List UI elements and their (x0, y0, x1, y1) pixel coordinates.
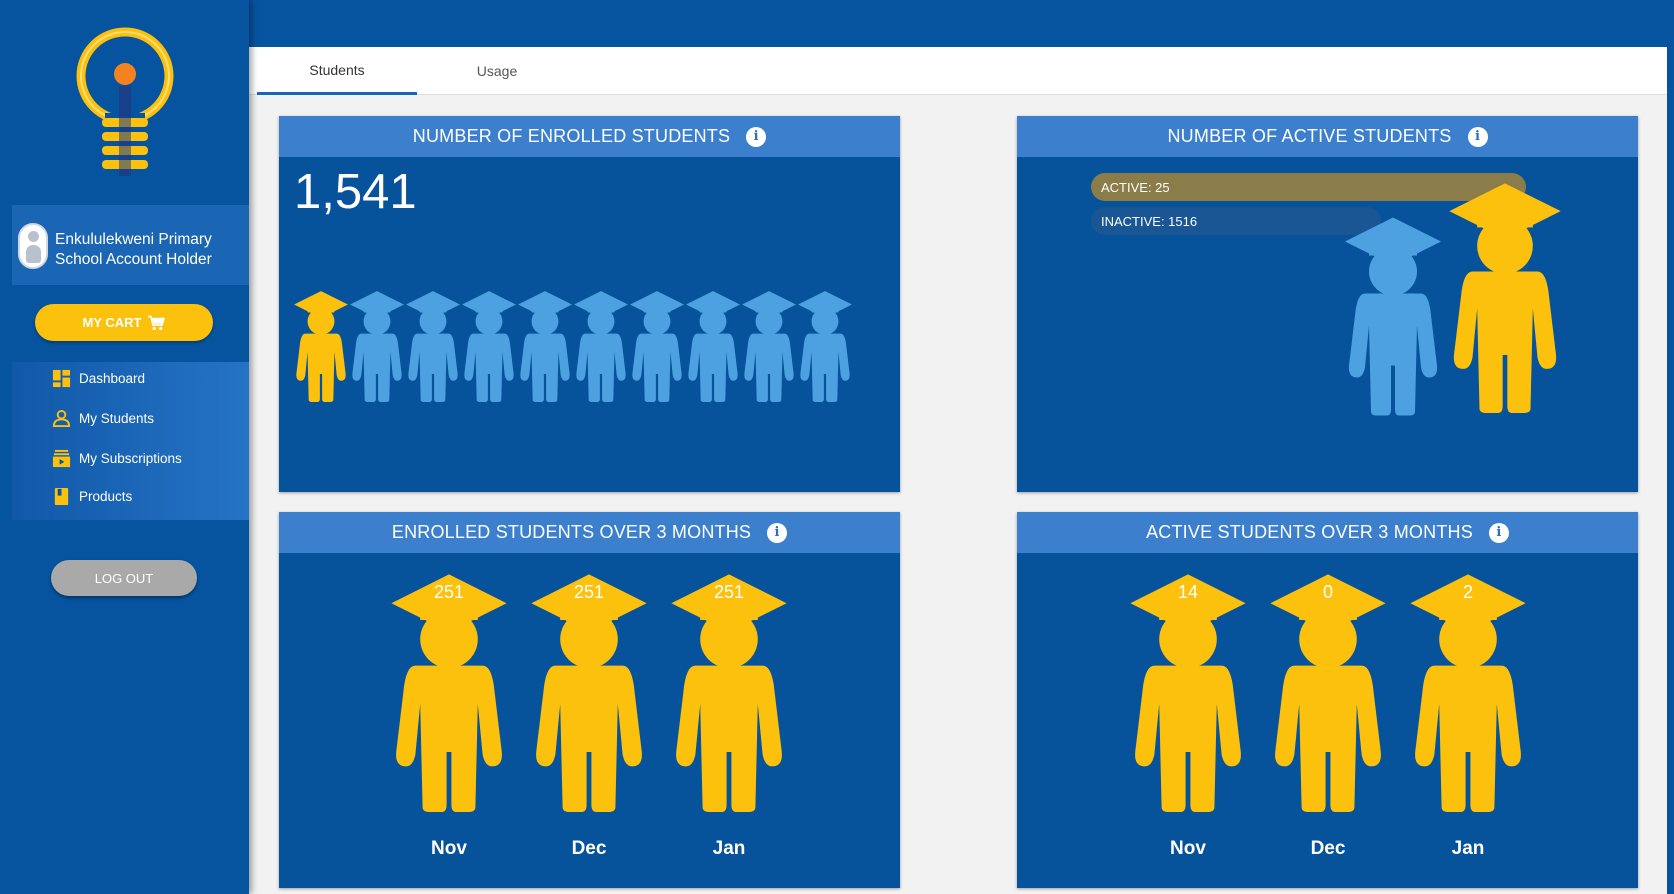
cart-label: MY CART (82, 315, 142, 330)
graduate-icon (405, 286, 461, 406)
card-header: ENROLLED STUDENTS OVER 3 MONTHS i (279, 512, 900, 553)
book-icon (54, 487, 69, 505)
sidebar-item-dashboard[interactable]: Dashboard (52, 366, 145, 390)
month-value: 14 (1177, 582, 1199, 602)
month-value: 251 (433, 582, 465, 602)
sidebar-item-my-students[interactable]: My Students (52, 406, 154, 430)
graduate-icon (685, 286, 741, 406)
inactive-graduate-icon (1343, 208, 1443, 423)
account-holder: Enkululekweni Primary School Account Hol… (12, 205, 249, 285)
enrolled-count: 1,541 (294, 165, 417, 219)
active-students-card: NUMBER OF ACTIVE STUDENTS i ACTIVE: 25 I… (1017, 116, 1638, 492)
sidebar-item-products[interactable]: Products (52, 484, 132, 508)
my-cart-button[interactable]: MY CART (35, 304, 213, 341)
month-label: Nov (1170, 838, 1206, 859)
sidebar-item-label: My Students (79, 410, 155, 426)
month-value: 251 (713, 582, 745, 602)
right-edge-bar (1667, 0, 1674, 894)
top-bar (249, 0, 1667, 47)
month-value: 2 (1462, 582, 1473, 602)
month-label: Dec (1310, 838, 1346, 859)
month-label: Jan (712, 838, 746, 859)
graduate-icon (389, 567, 509, 817)
tab-usage[interactable]: Usage (417, 47, 577, 95)
graduate-icon (1408, 567, 1528, 817)
lightbulb-logo (76, 27, 174, 176)
month-value: 0 (1322, 582, 1333, 602)
graduate-icon (797, 286, 853, 406)
card-title: ACTIVE STUDENTS OVER 3 MONTHS (1146, 522, 1473, 542)
sidebar-item-my-subscriptions[interactable]: My Subscriptions (52, 446, 182, 470)
dashboard-icon (52, 369, 71, 387)
active-graduate-icon (1447, 172, 1563, 422)
info-icon[interactable]: i (1488, 522, 1509, 543)
graduate-icon (1268, 567, 1388, 817)
tab-bar: Students Usage (249, 47, 1667, 95)
graduate-icon (573, 286, 629, 406)
graduate-icon (461, 286, 517, 406)
sidebar-nav: Dashboard My Students My Subscriptions P… (12, 362, 249, 520)
cart-icon (148, 315, 166, 330)
sidebar: Enkululekweni Primary School Account Hol… (0, 0, 249, 894)
account-name-line2: School Account Holder (55, 251, 212, 268)
card-header: NUMBER OF ENROLLED STUDENTS i (279, 116, 900, 157)
inactive-legend: INACTIVE: 1516 (1091, 207, 1381, 235)
sidebar-item-label: My Subscriptions (79, 450, 182, 466)
enrolled-3-months-card: ENROLLED STUDENTS OVER 3 MONTHS i 251 25… (279, 512, 900, 888)
sidebar-item-label: Dashboard (79, 370, 146, 386)
card-title: ENROLLED STUDENTS OVER 3 MONTHS (391, 522, 752, 542)
graduate-icon (517, 286, 573, 406)
card-title: NUMBER OF ENROLLED STUDENTS (412, 126, 731, 146)
subscriptions-icon (52, 449, 71, 467)
active-3-months-card: ACTIVE STUDENTS OVER 3 MONTHS i 14 0 2 N… (1017, 512, 1638, 888)
month-label: Dec (571, 838, 607, 859)
month-label: Nov (431, 838, 467, 859)
tab-students[interactable]: Students (257, 47, 417, 95)
account-name-line1: Enkululekweni Primary (55, 231, 212, 248)
graduate-icon (629, 286, 685, 406)
card-header: ACTIVE STUDENTS OVER 3 MONTHS i (1017, 512, 1638, 553)
card-title: NUMBER OF ACTIVE STUDENTS (1167, 126, 1452, 146)
graduate-icon (741, 286, 797, 406)
graduate-icon (1128, 567, 1248, 817)
info-icon[interactable]: i (1467, 126, 1488, 147)
enrolled-students-card: NUMBER OF ENROLLED STUDENTS i 1,541 (279, 116, 900, 492)
graduate-icon-highlight (293, 286, 349, 406)
month-label: Jan (1451, 838, 1485, 859)
avatar (18, 223, 48, 269)
graduate-icon (669, 567, 789, 817)
logout-button[interactable]: LOG OUT (51, 560, 197, 596)
sidebar-item-label: Products (79, 488, 133, 504)
info-icon[interactable]: i (746, 126, 767, 147)
account-name: Enkululekweni Primary School Account Hol… (55, 230, 245, 270)
graduate-icon (349, 286, 405, 406)
month-value: 251 (573, 582, 605, 602)
info-icon[interactable]: i (767, 522, 788, 543)
graduate-icon (529, 567, 649, 817)
card-header: NUMBER OF ACTIVE STUDENTS i (1017, 116, 1638, 157)
person-icon (52, 409, 71, 427)
